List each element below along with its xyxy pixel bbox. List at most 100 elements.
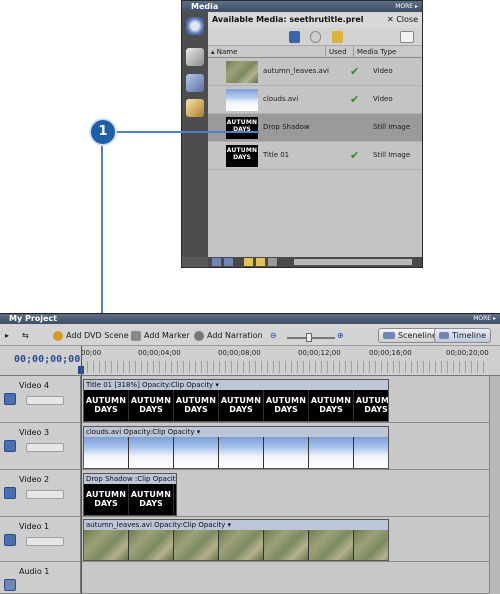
keyframe-nav-controls[interactable] — [26, 396, 64, 405]
zoom-in-icon[interactable]: ⊕ — [337, 329, 344, 342]
frame-thumbnail — [84, 437, 129, 468]
clip-clouds[interactable]: clouds.avi Opacity:Clip Opacity ▾ — [83, 426, 389, 469]
media-panel-title-bar[interactable]: Media MORE ▸ — [182, 1, 422, 12]
playhead-line — [81, 346, 82, 594]
thumb-text-line1: AUTUMN — [310, 396, 352, 405]
ruler-tick-label: 00;00 — [81, 349, 102, 357]
track-header-video-1[interactable]: Video 1 — [0, 517, 81, 562]
media-item-type: Still Image — [373, 123, 411, 131]
projector-icon[interactable] — [186, 48, 204, 66]
used-check-icon: ✔ — [350, 149, 360, 162]
track-label: Video 4 — [19, 381, 50, 390]
thumb-text-line2: DAYS — [139, 405, 163, 414]
track-lane-audio-1[interactable] — [81, 562, 489, 594]
frame-thumbnail — [354, 437, 388, 468]
track-header-video-3[interactable]: Video 3 — [0, 423, 81, 470]
thumb-text-line2: DAYS — [319, 405, 343, 414]
media-item-clouds[interactable]: clouds.avi ✔ Video — [208, 86, 422, 114]
track-header-video-4[interactable]: Video 4 — [0, 376, 81, 423]
thumbnail: AUTUMN DAYS — [226, 117, 258, 139]
close-button[interactable]: ✕ Close — [387, 12, 418, 28]
current-timecode[interactable]: 00;00;00;00 — [14, 354, 80, 365]
video-track-icon — [4, 440, 16, 452]
effects-icon[interactable] — [186, 74, 204, 92]
zoom-slider-thumb[interactable] — [306, 333, 312, 342]
clip-autumn-leaves[interactable]: autumn_leaves.avi Opacity:Clip Opacity ▾ — [83, 519, 389, 561]
clip-header[interactable]: Drop Shadow :Clip Opacity ▾ — [84, 474, 176, 484]
timeline-button[interactable]: Timeline — [434, 328, 492, 343]
frame-thumbnail: AUTUMNDAYS — [84, 484, 129, 515]
audio-filter-icon[interactable] — [310, 31, 321, 43]
clip-header[interactable]: clouds.avi Opacity:Clip Opacity ▾ — [84, 427, 388, 437]
frame-thumbnail — [264, 437, 309, 468]
add-marker-button[interactable]: Add Marker — [131, 329, 190, 342]
media-item-name: Drop Shadow — [263, 123, 310, 131]
vertical-scrollbar[interactable] — [489, 376, 500, 594]
media-item-name: autumn_leaves.avi — [263, 67, 329, 75]
frame-thumbnail: AUTUMNDAYS — [219, 390, 264, 421]
time-ruler[interactable]: 00;00;00;00 00;00 00;00;04;00 00;00;08;0… — [0, 346, 500, 376]
track-header-audio-1[interactable]: Audio 1 — [0, 562, 81, 594]
add-narration-button[interactable]: Add Narration — [194, 329, 263, 342]
column-name[interactable]: ▴ Name — [208, 46, 326, 58]
track-lane-video-4[interactable]: Title 01 [318%] Opacity:Clip Opacity ▾ A… — [81, 376, 489, 423]
thumb-text-line2: DAYS — [274, 405, 298, 414]
keyframe-nav-controls[interactable] — [26, 490, 64, 499]
ruler-tick-label: 00;00;20;00 — [446, 349, 489, 357]
thumb-text-line2: DAYS — [233, 154, 251, 161]
icon-view-icon[interactable] — [224, 258, 233, 266]
clip-frames — [84, 530, 388, 560]
keyframe-nav-controls[interactable] — [26, 537, 64, 546]
track-header-video-2[interactable]: Video 2 — [0, 470, 81, 517]
thumbnail: AUTUMN DAYS — [226, 145, 258, 167]
media-item-drop-shadow[interactable]: AUTUMN DAYS Drop Shadow Still Image — [208, 114, 422, 142]
column-media-type[interactable]: Media Type — [354, 46, 422, 58]
selection-tool-icon[interactable]: ▸ — [5, 329, 9, 342]
thumb-text-line1: AUTUMN — [85, 396, 127, 405]
timeline-more-menu[interactable]: MORE ▸ — [473, 314, 496, 324]
media-header: Available Media: seethrutitle.prel ✕ Clo… — [208, 12, 422, 28]
image-filter-icon[interactable] — [332, 31, 343, 43]
thumb-text-line2: DAYS — [139, 499, 163, 508]
trash-icon[interactable] — [268, 258, 277, 266]
new-folder-icon[interactable] — [256, 258, 265, 266]
list-view-icon[interactable] — [212, 258, 221, 266]
media-footer-toolbar — [208, 257, 422, 267]
media-item-type: Video — [373, 95, 393, 103]
timeline-title-bar[interactable]: My Project MORE ▸ — [0, 314, 500, 324]
film-reel-icon[interactable] — [186, 17, 204, 35]
frame-thumbnail — [309, 437, 354, 468]
timeline-toolbar: ▸ ⇆ Add DVD Scene Add Marker Add Narrati… — [0, 324, 500, 346]
titles-icon[interactable] — [186, 99, 204, 117]
folder-icon[interactable] — [244, 258, 253, 266]
track-lane-video-2[interactable]: Drop Shadow :Clip Opacity ▾ AUTUMN DAYS A… — [81, 470, 489, 517]
ruler-tick-label: 00;00;16;00 — [369, 349, 412, 357]
frame-thumbnail — [309, 530, 354, 560]
add-dvd-scene-button[interactable]: Add DVD Scene — [53, 329, 129, 342]
clip-title-01[interactable]: Title 01 [318%] Opacity:Clip Opacity ▾ A… — [83, 379, 389, 422]
sceneline-button[interactable]: Sceneline — [378, 328, 442, 343]
clip-header[interactable]: Title 01 [318%] Opacity:Clip Opacity ▾ — [84, 380, 388, 390]
zoom-out-icon[interactable]: ⊖ — [270, 329, 277, 342]
media-item-autumn-leaves[interactable]: autumn_leaves.avi ✔ Video — [208, 58, 422, 86]
media-more-menu[interactable]: MORE ▸ — [395, 1, 418, 12]
frame-thumbnail: AUTUMNDAYS — [309, 390, 354, 421]
track-lane-video-1[interactable]: autumn_leaves.avi Opacity:Clip Opacity ▾ — [81, 517, 489, 562]
clip-drop-shadow[interactable]: Drop Shadow :Clip Opacity ▾ AUTUMN DAYS A… — [83, 473, 177, 516]
media-list: autumn_leaves.avi ✔ Video clouds.avi ✔ V… — [208, 58, 422, 257]
media-panel-title: Media — [191, 2, 219, 11]
video-filter-icon[interactable] — [289, 31, 300, 43]
used-check-icon: ✔ — [350, 93, 360, 106]
frame-thumbnail — [129, 530, 174, 560]
new-item-icon[interactable] — [400, 31, 414, 43]
sceneline-label: Sceneline — [398, 331, 437, 340]
clip-header[interactable]: autumn_leaves.avi Opacity:Clip Opacity ▾ — [84, 520, 388, 530]
time-stretch-icon[interactable]: ⇆ — [22, 329, 29, 342]
column-used[interactable]: Used — [326, 46, 354, 58]
timeline-panel: My Project MORE ▸ ▸ ⇆ Add DVD Scene Add … — [0, 313, 500, 594]
media-item-title-01[interactable]: AUTUMN DAYS Title 01 ✔ Still Image — [208, 142, 422, 170]
keyframe-nav-controls[interactable] — [26, 443, 64, 452]
horizontal-scrollbar[interactable] — [294, 259, 412, 265]
track-lane-video-3[interactable]: clouds.avi Opacity:Clip Opacity ▾ — [81, 423, 489, 470]
media-item-name: Title 01 — [263, 151, 290, 159]
